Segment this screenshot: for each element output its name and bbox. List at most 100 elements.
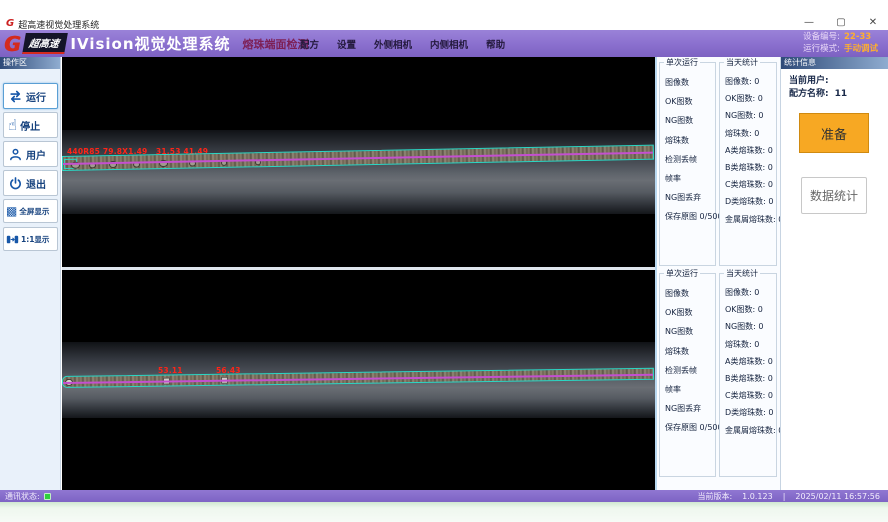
stat-row: 检测丢帧 [665, 150, 715, 169]
prepare-button[interactable]: 准备 [799, 113, 869, 153]
groupbox-title: 单次运行 [664, 268, 700, 279]
menu-help[interactable]: 帮助 [486, 37, 505, 51]
brand-logo-icon: G [4, 34, 20, 54]
stat-row: OK图数: 0 [725, 301, 776, 318]
app-subtitle: 熔珠端面检测 [243, 36, 309, 52]
bead-blob [189, 160, 196, 166]
bead-blob [71, 162, 80, 169]
stat-row: D类熔珠数: 0 [725, 193, 776, 210]
stat-row: NG图数: 0 [725, 318, 776, 335]
stat-row: C类熔珠数: 0 [725, 387, 776, 404]
stat-row: NG图数 [665, 111, 715, 130]
run-button[interactable]: 运行 [3, 83, 58, 109]
stat-row: 图像数 [665, 73, 715, 92]
stat-row: A类熔珠数: 0 [725, 353, 776, 370]
recipe-name-row: 配方名称:11 [789, 86, 847, 99]
feature-marker [163, 377, 170, 384]
stat-row: 图像数: 0 [725, 73, 776, 90]
hand-stop-icon: ☝ [8, 118, 17, 133]
single-run-groupbox: 单次运行 图像数 OK图数 NG图数 熔珠数 检测丢帧 帧率 NG图丢弃 保存原… [659, 273, 716, 477]
bead-blob [89, 162, 96, 168]
groupbox-title: 单次运行 [664, 57, 700, 68]
stat-row: 帧率 [665, 169, 715, 188]
one-to-one-button[interactable]: 1:1显示 [3, 227, 58, 251]
stat-row: 熔珠数 [665, 131, 715, 150]
run-cycle-icon [8, 89, 23, 104]
camera-display-area: 440R85 79.8X1.49 31.53 41.49 53.11 56.43 [62, 57, 655, 490]
comm-status-indicator [44, 493, 51, 500]
device-id-label: 设备编号: [796, 32, 840, 44]
status-bar: 通讯状态: 当前版本: 1.0.123 | 2025/02/11 16:57:5… [0, 490, 888, 502]
power-icon [8, 176, 23, 191]
stat-row: 图像数: 0 [725, 284, 776, 301]
stat-row: 金属屑熔珠数: 0 [725, 422, 776, 439]
fullscreen-button[interactable]: ▩ 全屏显示 [3, 199, 58, 223]
bead-blob [221, 160, 227, 166]
bead-blob [65, 379, 73, 386]
stat-row: 熔珠数: 0 [725, 336, 776, 353]
application-window: G 超高速视觉处理系统 — ▢ ✕ G 超高速 IVision视觉处理系统 熔珠… [0, 0, 888, 522]
titlebar: G 超高速视觉处理系统 — ▢ ✕ [0, 0, 888, 30]
stat-row: 保存原图 0/500 [665, 207, 715, 226]
maximize-button[interactable]: ▢ [832, 16, 850, 30]
stat-row: OK图数 [665, 92, 715, 111]
menu-settings[interactable]: 设置 [337, 37, 356, 51]
close-button[interactable]: ✕ [864, 16, 882, 30]
stat-row: OK图数 [665, 303, 715, 322]
user-icon [8, 147, 23, 162]
comm-status-label: 通讯状态: [5, 491, 40, 502]
menu-recipe[interactable]: 配方 [300, 37, 319, 51]
window-title: 超高速视觉处理系统 [18, 18, 99, 31]
stat-row: 金属屑熔珠数: 0 [725, 211, 776, 228]
fullscreen-grid-icon: ▩ [6, 205, 17, 217]
status-separator: | [783, 492, 786, 501]
one-to-one-icon [6, 233, 19, 246]
current-user-row: 当前用户: [789, 73, 835, 86]
run-mode-value: 手动调试 [844, 44, 878, 54]
version-value: 1.0.123 [742, 492, 773, 501]
menubar: 配方 设置 外侧相机 内侧相机 帮助 [300, 30, 505, 57]
datetime-value: 2025/02/11 16:57:56 [795, 492, 880, 501]
run-mode-label: 运行模式: [796, 44, 840, 56]
bead-blob [255, 159, 261, 165]
daily-stats-groupbox: 当天统计 图像数: 0 OK图数: 0 NG图数: 0 熔珠数: 0 A类熔珠数… [719, 62, 777, 266]
image-band [62, 130, 655, 214]
stat-row: NG图丢弃 [665, 399, 715, 418]
outer-camera-view[interactable]: 440R85 79.8X1.49 31.53 41.49 [62, 57, 655, 267]
brand: G 超高速 IVision视觉处理系统 熔珠端面检测 [4, 32, 309, 55]
operation-sidebar: 操作区 运行 ☝ 停止 用户 [0, 57, 61, 490]
bead-blob [159, 160, 168, 167]
info-section-header: 统计信息 [781, 57, 888, 69]
version-label: 当前版本: [697, 491, 732, 502]
stat-row: OK图数: 0 [725, 90, 776, 107]
stat-row: A类熔珠数: 0 [725, 142, 776, 159]
stop-button[interactable]: ☝ 停止 [3, 112, 58, 138]
stat-row: 熔珠数 [665, 342, 715, 361]
stat-row: NG图丢弃 [665, 188, 715, 207]
minimize-button[interactable]: — [800, 16, 818, 30]
data-statistics-button[interactable]: 数据统计 [801, 177, 867, 214]
stat-row: C类熔珠数: 0 [725, 176, 776, 193]
brand-logo-icon: G [6, 19, 14, 29]
brand-badge: 超高速 [23, 33, 69, 54]
stat-row: NG图数: 0 [725, 107, 776, 124]
stat-row: NG图数 [665, 322, 715, 341]
menu-inner-camera[interactable]: 内侧相机 [430, 37, 468, 51]
menu-outer-camera[interactable]: 外侧相机 [374, 37, 412, 51]
exit-button[interactable]: 退出 [3, 170, 58, 196]
inner-camera-view[interactable]: 53.11 56.43 [62, 270, 655, 490]
feature-marker [221, 377, 228, 384]
bead-blob [133, 162, 140, 168]
recipe-name-value: 11 [835, 89, 848, 99]
stat-row: 检测丢帧 [665, 361, 715, 380]
splitter-handle[interactable] [655, 57, 657, 490]
device-id-value: 22-33 [844, 32, 871, 42]
stat-row: B类熔珠数: 0 [725, 159, 776, 176]
stat-row: B类熔珠数: 0 [725, 370, 776, 387]
statistics-column: 单次运行 图像数 OK图数 NG图数 熔珠数 检测丢帧 帧率 NG图丢弃 保存原… [655, 57, 780, 490]
app-title: IVision视觉处理系统 [70, 33, 230, 54]
bead-blob [109, 161, 117, 168]
user-button[interactable]: 用户 [3, 141, 58, 167]
stat-row: 图像数 [665, 284, 715, 303]
stat-row: 保存原图 0/500 [665, 418, 715, 437]
